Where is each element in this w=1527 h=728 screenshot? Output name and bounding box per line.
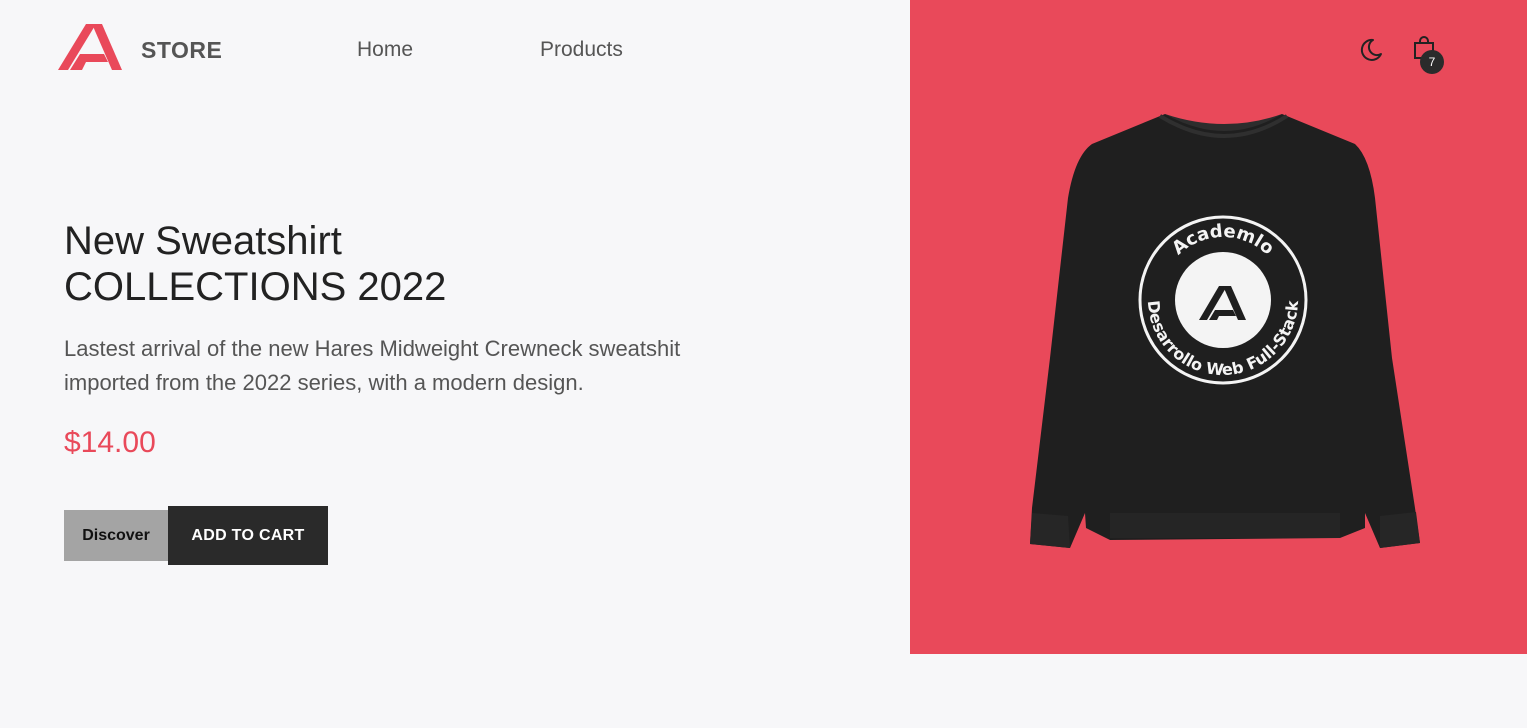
product-description: Lastest arrival of the new Hares Midweig… <box>64 336 681 395</box>
hero-section: New Sweatshirt COLLECTIONS 2022 Lastest … <box>64 218 824 460</box>
hero-headline: New Sweatshirt COLLECTIONS 2022 <box>64 218 824 310</box>
brand-name[interactable]: STORE <box>141 37 222 64</box>
site-header: STORE Home Products 7 <box>0 0 1527 104</box>
cart-count-badge: 7 <box>1420 50 1444 74</box>
academlo-logo-icon[interactable] <box>56 22 124 72</box>
sweatshirt-product-image: Academlo Desarrollo Web Full-Stack <box>1030 114 1420 548</box>
product-price: $14.00 <box>64 426 156 459</box>
add-to-cart-button[interactable]: ADD TO CART <box>168 506 328 565</box>
nav-home-link[interactable]: Home <box>357 38 413 62</box>
headline-line-1: New Sweatshirt <box>64 219 342 263</box>
moon-icon[interactable] <box>1357 36 1385 64</box>
nav-products-link[interactable]: Products <box>540 38 623 62</box>
headline-line-2: COLLECTIONS 2022 <box>64 265 447 309</box>
discover-button[interactable]: Discover <box>64 510 168 561</box>
